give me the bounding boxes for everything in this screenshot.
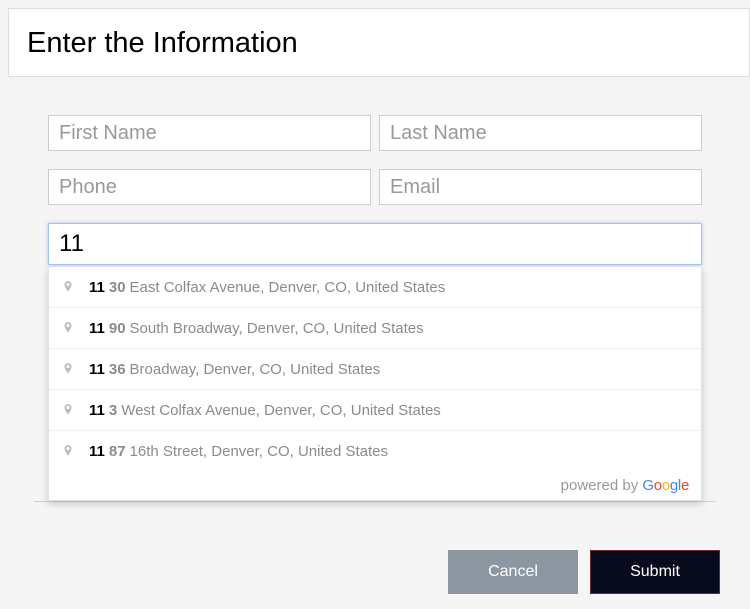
address-input[interactable] xyxy=(48,223,702,265)
autocomplete-suggestion[interactable]: 1190South Broadway, Denver, CO, United S… xyxy=(49,307,701,348)
map-pin-icon xyxy=(61,318,75,338)
google-logo: Google xyxy=(642,477,689,494)
suggestion-match: 11 xyxy=(89,320,105,337)
suggestion-bold: 36 xyxy=(109,361,126,378)
phone-input[interactable] xyxy=(48,169,371,205)
suggestion-text: South Broadway, Denver, CO, United State… xyxy=(130,320,424,337)
last-name-input[interactable] xyxy=(379,115,702,151)
autocomplete-suggestion[interactable]: 113West Colfax Avenue, Denver, CO, Unite… xyxy=(49,389,701,430)
autocomplete-suggestion[interactable]: 118716th Street, Denver, CO, United Stat… xyxy=(49,430,701,471)
form-body: 1130East Colfax Avenue, Denver, CO, Unit… xyxy=(0,77,750,265)
suggestion-text: 16th Street, Denver, CO, United States xyxy=(130,443,388,460)
autocomplete-dropdown: 1130East Colfax Avenue, Denver, CO, Unit… xyxy=(48,267,702,501)
suggestion-match: 11 xyxy=(89,443,105,460)
suggestion-match: 11 xyxy=(89,279,105,296)
first-name-input[interactable] xyxy=(48,115,371,151)
suggestion-match: 11 xyxy=(89,402,105,419)
map-pin-icon xyxy=(61,359,75,379)
suggestion-text: East Colfax Avenue, Denver, CO, United S… xyxy=(130,279,446,296)
cancel-button[interactable]: Cancel xyxy=(448,550,578,594)
suggestion-match: 11 xyxy=(89,361,105,378)
autocomplete-suggestion[interactable]: 1130East Colfax Avenue, Denver, CO, Unit… xyxy=(49,267,701,307)
form-header: Enter the Information xyxy=(8,8,750,77)
map-pin-icon xyxy=(61,400,75,420)
powered-by-google: powered by Google xyxy=(49,471,701,500)
contact-row xyxy=(48,169,702,205)
suggestion-bold: 3 xyxy=(109,402,117,419)
email-input[interactable] xyxy=(379,169,702,205)
powered-by-text: powered by xyxy=(561,477,643,494)
submit-button[interactable]: Submit xyxy=(590,550,720,594)
suggestion-bold: 90 xyxy=(109,320,126,337)
name-row xyxy=(48,115,702,151)
map-pin-icon xyxy=(61,441,75,461)
suggestion-bold: 87 xyxy=(109,443,126,460)
page-title: Enter the Information xyxy=(27,27,731,60)
autocomplete-suggestion[interactable]: 1136Broadway, Denver, CO, United States xyxy=(49,348,701,389)
footer-actions: Cancel Submit xyxy=(0,502,750,594)
map-pin-icon xyxy=(61,277,75,297)
suggestion-bold: 30 xyxy=(109,279,126,296)
address-field-wrap: 1130East Colfax Avenue, Denver, CO, Unit… xyxy=(48,223,702,265)
suggestion-text: West Colfax Avenue, Denver, CO, United S… xyxy=(121,402,441,419)
suggestion-text: Broadway, Denver, CO, United States xyxy=(130,361,381,378)
